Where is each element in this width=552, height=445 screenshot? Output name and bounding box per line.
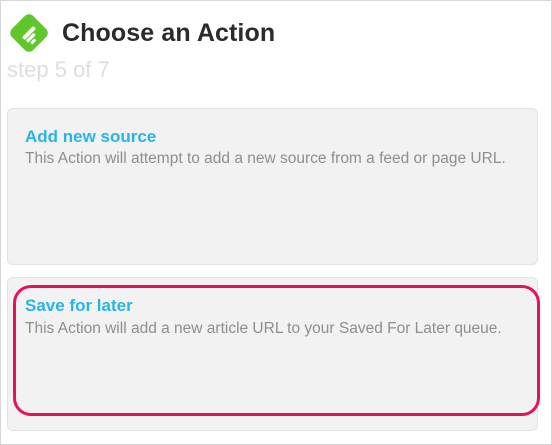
action-description: This Action will add a new article URL t… (25, 320, 502, 337)
header: Choose an Action (7, 11, 275, 55)
action-title-add-new-source[interactable]: Add new source (25, 127, 156, 147)
page-title: Choose an Action (62, 18, 276, 47)
action-card-add-new-source[interactable]: Add new source This Action will attempt … (7, 108, 538, 265)
app-frame: Choose an Action step 5 of 7 Add new sou… (0, 0, 552, 445)
action-title-save-for-later[interactable]: Save for later (25, 296, 133, 316)
action-description: This Action will attempt to add a new so… (25, 150, 506, 167)
action-card-save-for-later[interactable]: Save for later This Action will add a ne… (7, 277, 538, 431)
step-indicator: step 5 of 7 (7, 57, 110, 82)
feedly-logo-icon (10, 14, 48, 52)
